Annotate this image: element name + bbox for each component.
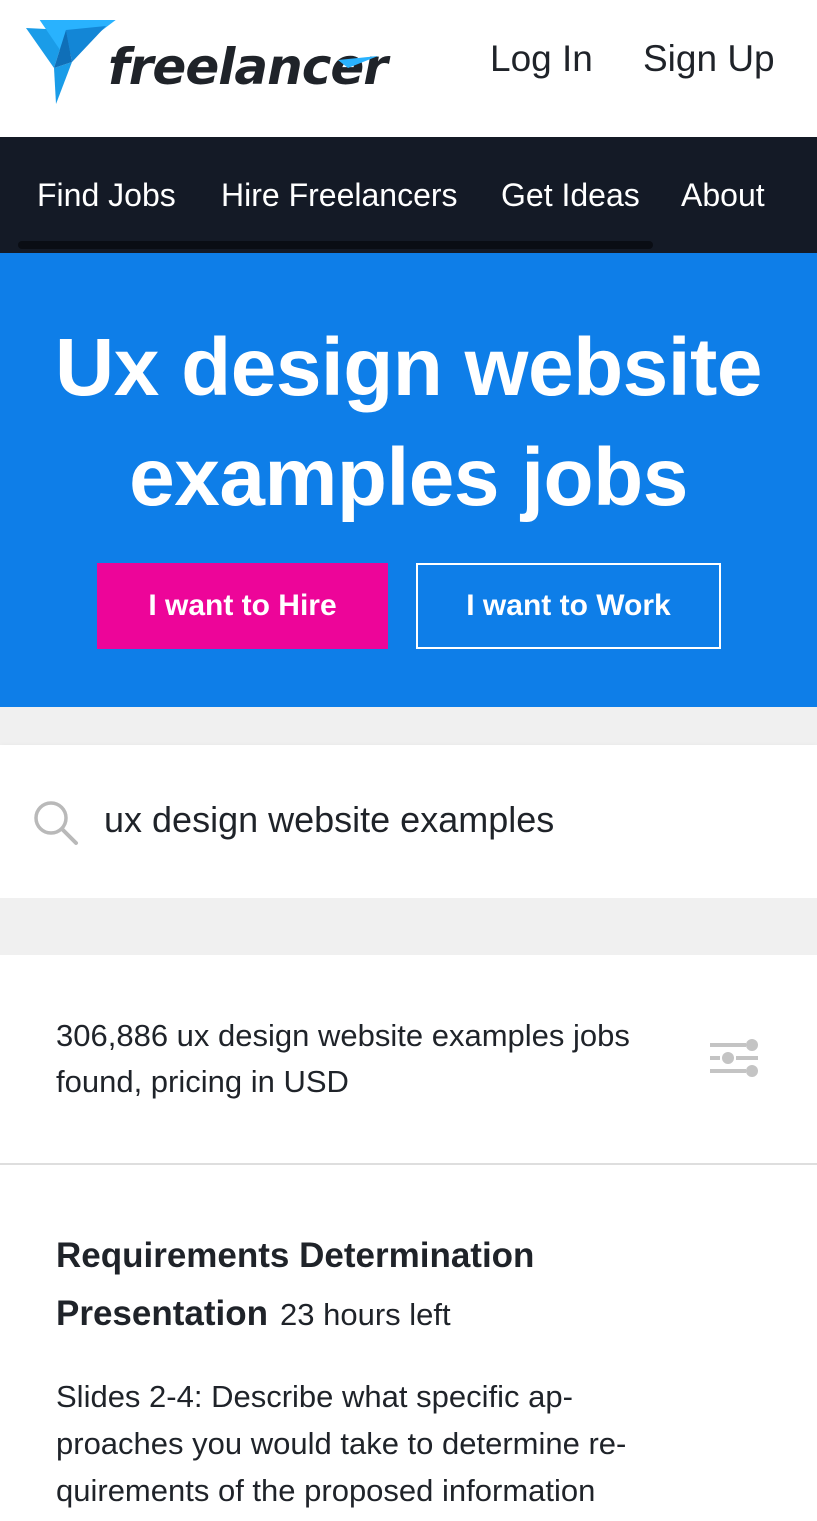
site-header: freelancer Log In Sign Up [0,0,817,137]
page-title-line-2: examples jobs [129,432,688,523]
main-nav: Find Jobs Hire Freelancers Get Ideas Abo… [0,137,817,253]
filter-icon[interactable] [706,1035,762,1081]
job-title-line-1: Requirements Determination [56,1236,535,1275]
job-description-line-3: quirements of the proposed information [56,1473,596,1508]
job-description-line-2: proaches you would take to determine re- [56,1426,627,1461]
search-input[interactable] [104,795,784,845]
nav-scrollbar[interactable] [18,241,653,249]
freelancer-logo[interactable]: freelancer [26,18,388,108]
work-button[interactable]: I want to Work [416,563,721,649]
spacer-band [0,707,817,745]
job-title[interactable]: Requirements Determination Presentation 2… [56,1227,656,1344]
job-title-line-2: Presentation 23 hours left [56,1285,656,1344]
results-count-line-1: 306,886 ux design website examples jobs [56,1018,630,1053]
job-description-line-1: Slides 2-4: Describe what specific ap- [56,1379,573,1414]
search-icon [34,801,78,845]
freelancer-logo-icon [26,20,116,104]
nav-item-about[interactable]: About [681,177,765,214]
hero-banner: Ux design website examples jobs I want t… [0,253,817,707]
results-count-line-2: found, pricing in USD [56,1064,349,1099]
page-title: Ux design website examples jobs [0,313,817,533]
job-title-line-2-text: Presentation [56,1294,268,1333]
page-title-line-1: Ux design website [55,322,762,413]
spacer-band [0,898,817,955]
search-bar [0,745,817,898]
hire-button[interactable]: I want to Hire [97,563,388,649]
results-count-text: 306,886 ux design website examples jobs … [56,1013,696,1105]
login-link[interactable]: Log In [490,38,593,80]
job-card[interactable]: Requirements Determination Presentation 2… [0,1167,817,1521]
nav-item-get-ideas[interactable]: Get Ideas [501,177,640,214]
results-summary: 306,886 ux design website examples jobs … [0,955,817,1165]
nav-item-hire-freelancers[interactable]: Hire Freelancers [221,177,458,214]
signup-link[interactable]: Sign Up [643,38,775,80]
nav-item-find-jobs[interactable]: Find Jobs [37,177,176,214]
logo-tail-icon [338,56,378,68]
job-description: Slides 2-4: Describe what specific ap- p… [56,1373,696,1514]
job-time-left: 23 hours left [280,1297,451,1332]
